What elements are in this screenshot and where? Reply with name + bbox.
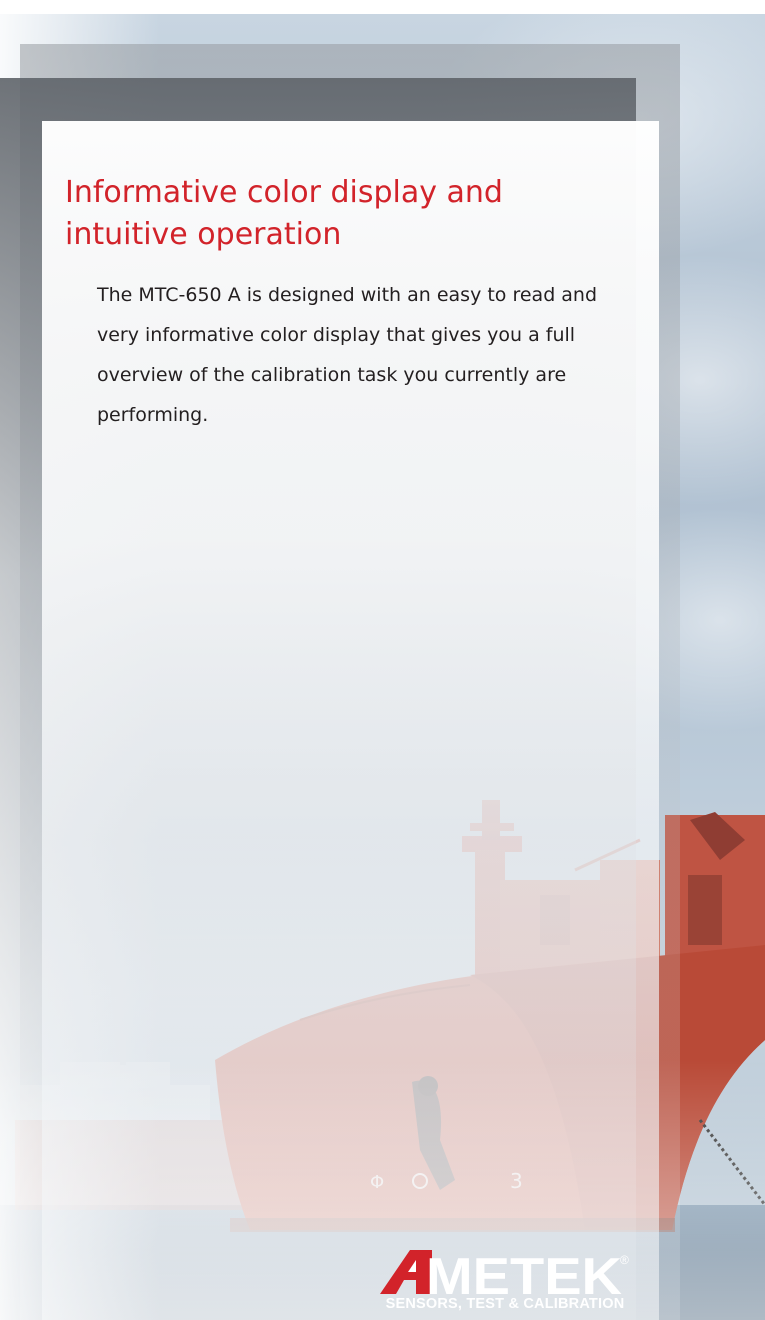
- page-heading: Informative color display and intuitive …: [65, 175, 503, 252]
- logo-tagline: SENSORS, TEST & CALIBRATION: [385, 1296, 625, 1312]
- svg-text:METEK: METEK: [426, 1250, 622, 1296]
- ametek-wordmark: METEK ®: [380, 1250, 629, 1296]
- body-paragraph: The MTC-650 A is designed with an easy t…: [97, 284, 598, 426]
- registered-mark: ®: [620, 1253, 629, 1267]
- brochure-page: Φ 3 Informative color display and intuit…: [0, 0, 765, 1320]
- ametek-logo: METEK ® SENSORS, TEST & CALIBRATION: [380, 1248, 642, 1320]
